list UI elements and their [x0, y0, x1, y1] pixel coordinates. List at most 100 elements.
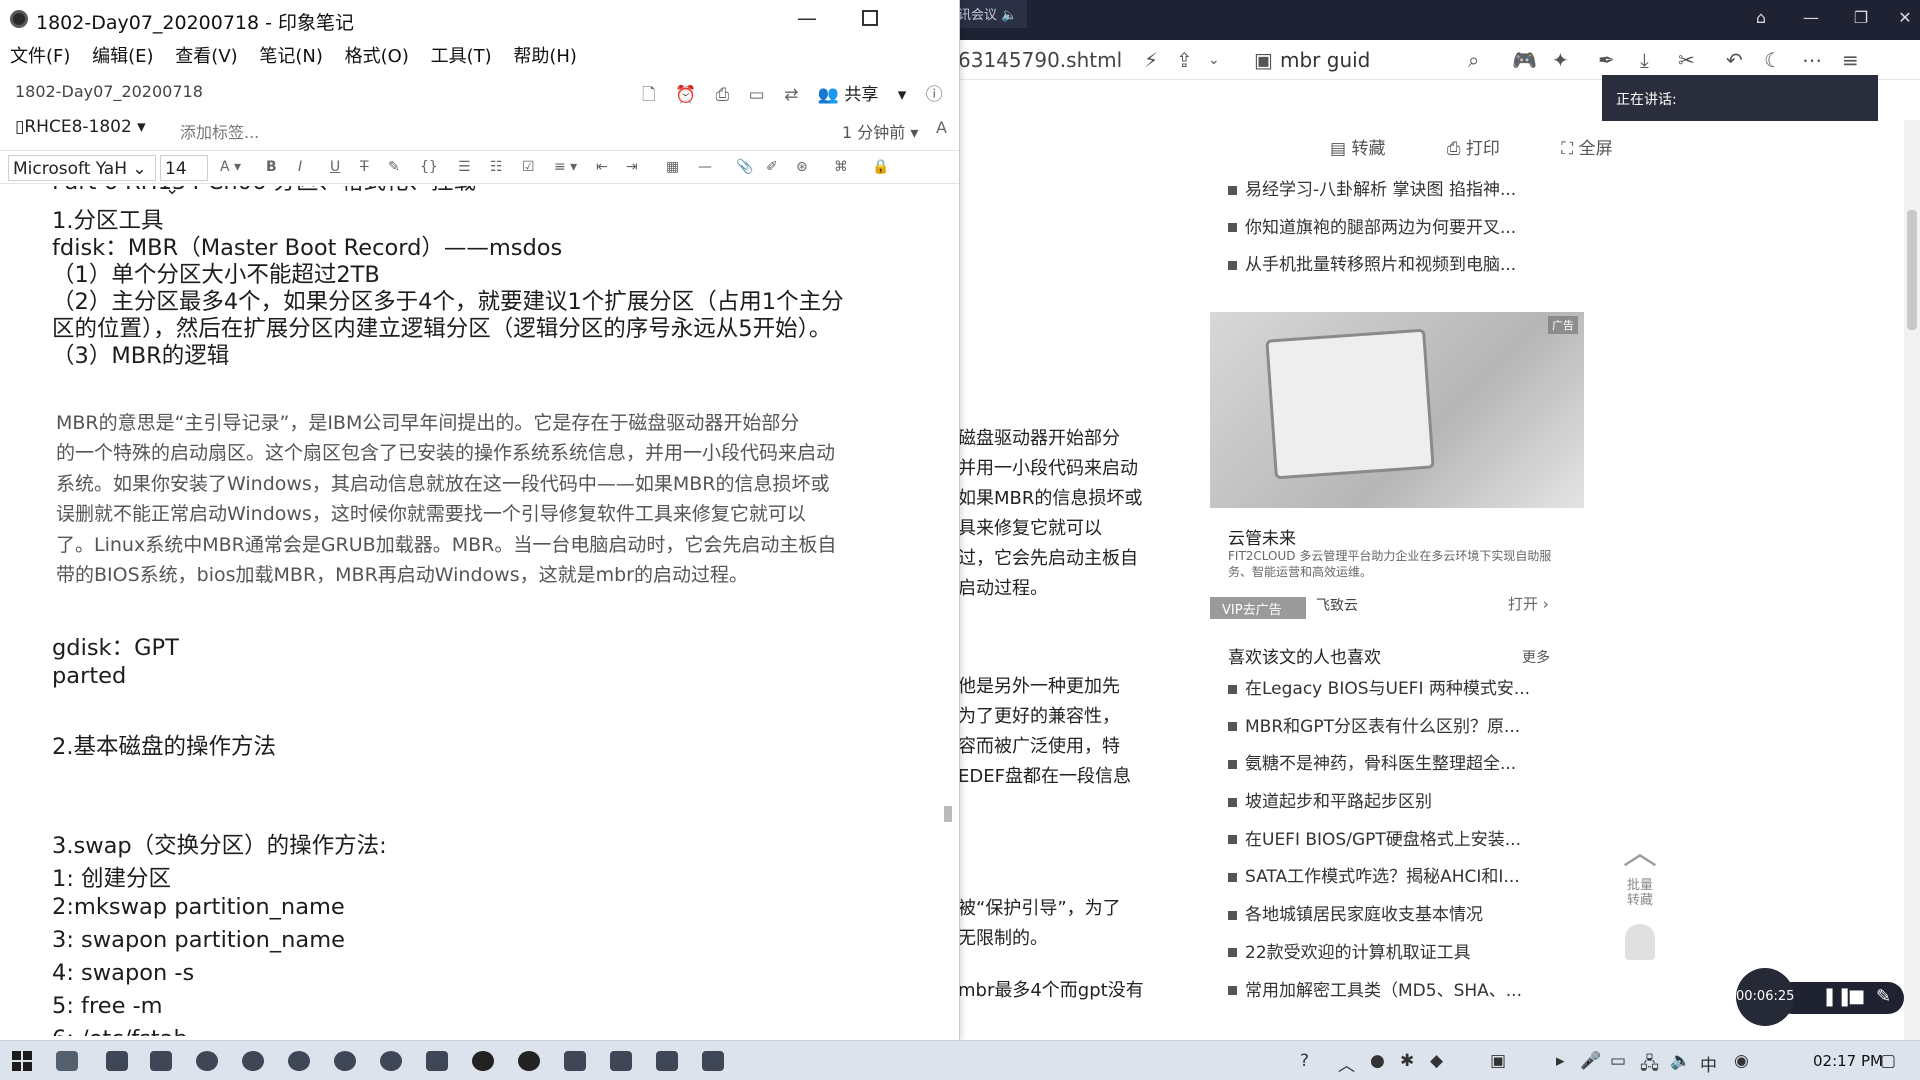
- updated-time[interactable]: 1 分钟前 ▾: [842, 119, 918, 143]
- menu-edit[interactable]: 编辑(E): [92, 46, 153, 67]
- outdent-icon[interactable]: ⇤: [596, 159, 608, 175]
- chevron-up-icon[interactable]: ︿: [1616, 836, 1664, 870]
- text-color-icon[interactable]: A ▾: [220, 159, 241, 175]
- file-explorer-icon[interactable]: [106, 1051, 128, 1071]
- list-item[interactable]: 你知道旗袍的腿部两边为何要开叉...: [1228, 210, 1516, 248]
- share-icon[interactable]: ⇄: [784, 85, 798, 105]
- search-icon[interactable]: ⌕: [1468, 48, 1479, 72]
- menu-format[interactable]: 格式(O): [345, 46, 409, 67]
- indent-icon[interactable]: ⇥: [626, 159, 638, 175]
- terminal-icon[interactable]: [426, 1051, 448, 1071]
- help-icon[interactable]: ?: [1300, 1051, 1309, 1071]
- more-link[interactable]: 更多: [1522, 647, 1550, 667]
- list-item[interactable]: 易经学习-八卦解析 掌诀图 掐指神...: [1228, 172, 1516, 210]
- bag-icon[interactable]: ⌂: [1746, 8, 1776, 27]
- app-icon[interactable]: [610, 1051, 632, 1071]
- collect-button[interactable]: ▤ 转藏: [1330, 139, 1413, 159]
- table-icon[interactable]: ▦: [666, 159, 679, 175]
- share-button[interactable]: 👥 共享 ▾: [818, 85, 907, 105]
- notification-icon[interactable]: ▢: [1880, 1051, 1896, 1071]
- app-icon[interactable]: [656, 1051, 678, 1071]
- screen-icon[interactable]: ▣: [1490, 1051, 1506, 1071]
- windows-start-icon[interactable]: [12, 1051, 32, 1071]
- menu-note[interactable]: 笔记(N): [259, 46, 323, 67]
- lightning-icon[interactable]: ⚡: [1144, 48, 1158, 72]
- attach-icon[interactable]: 📎: [736, 159, 753, 175]
- list-item[interactable]: 常用加解密工具类（MD5、SHA、...: [1228, 973, 1530, 1011]
- restore-icon[interactable]: ❐: [1846, 8, 1876, 27]
- share-out-icon[interactable]: ⇪: [1176, 48, 1193, 72]
- minimize-icon[interactable]: —: [797, 6, 817, 30]
- battery-icon[interactable]: ▭: [1610, 1051, 1626, 1071]
- task-view-icon[interactable]: [56, 1051, 78, 1071]
- browser-scrollbar[interactable]: [1904, 120, 1920, 1040]
- chevron-down-icon[interactable]: ⌄: [1208, 52, 1220, 68]
- maximize-icon[interactable]: [862, 10, 878, 26]
- tag-input[interactable]: 添加标签...: [180, 119, 259, 143]
- batch-collect-button[interactable]: 批量转藏: [1625, 878, 1655, 908]
- numbered-list-icon[interactable]: ☷: [490, 159, 503, 175]
- menu-tools[interactable]: 工具(T): [431, 46, 492, 67]
- ime-icon[interactable]: 中: [1700, 1051, 1717, 1076]
- app-icon[interactable]: [380, 1051, 402, 1071]
- code-icon[interactable]: {}: [420, 159, 438, 175]
- arrow-icon[interactable]: ▸: [1556, 1051, 1565, 1071]
- network-icon[interactable]: 🖧: [1640, 1051, 1659, 1080]
- more-icon[interactable]: ⋯: [1802, 48, 1822, 72]
- font-size-selector[interactable]: 14 ⌄: [160, 155, 208, 199]
- edge-icon[interactable]: [242, 1051, 264, 1071]
- chart-app-icon[interactable]: [702, 1051, 724, 1071]
- menu-file[interactable]: 文件(F): [10, 46, 70, 67]
- undo-icon[interactable]: ↶: [1726, 48, 1743, 72]
- tray-app-icon[interactable]: ◆: [1430, 1051, 1443, 1071]
- link-icon[interactable]: ⌘: [834, 159, 848, 175]
- tray-app-icon[interactable]: ✱: [1400, 1051, 1414, 1071]
- info-icon[interactable]: ⓘ: [926, 85, 943, 105]
- text-size-icon[interactable]: A: [936, 118, 947, 137]
- remove-ads-button[interactable]: VIP去广告: [1210, 597, 1306, 619]
- close-icon[interactable]: ✕: [1890, 8, 1920, 27]
- reminder-icon[interactable]: 🗋: [642, 85, 656, 105]
- bird-icon[interactable]: ✦: [1552, 48, 1569, 72]
- browser-scroll-thumb[interactable]: [1907, 210, 1917, 330]
- note-title[interactable]: 1802-Day07_20200718: [15, 82, 203, 101]
- strikethrough-icon[interactable]: T: [360, 159, 369, 175]
- notebook-selector[interactable]: ▯RHCE8-1802 ▾: [15, 117, 146, 137]
- store-icon[interactable]: [150, 1051, 172, 1071]
- highlight-icon[interactable]: ✎: [388, 159, 400, 175]
- gamepad-icon[interactable]: 🎮: [1512, 48, 1537, 72]
- chrome-icon[interactable]: [288, 1051, 310, 1071]
- underline-icon[interactable]: U: [330, 159, 340, 175]
- list-item[interactable]: 在UEFI BIOS/GPT硬盘格式上安装...: [1228, 822, 1530, 860]
- list-item[interactable]: 在Legacy BIOS与UEFI 两种模式安...: [1228, 671, 1530, 709]
- print-button[interactable]: ⎙ 打印: [1447, 139, 1528, 159]
- editor-scroll-grip[interactable]: [944, 806, 952, 822]
- list-item[interactable]: 各地城镇居民家庭收支基本情况: [1228, 897, 1530, 935]
- bold-icon[interactable]: B: [266, 159, 277, 175]
- list-item[interactable]: SATA工作模式咋选？揭秘AHCI和I...: [1228, 859, 1530, 897]
- tray-app-icon[interactable]: ◉: [1734, 1051, 1749, 1071]
- list-item[interactable]: MBR和GPT分区表有什么区别？原...: [1228, 709, 1530, 747]
- pen-icon[interactable]: ✎: [1876, 986, 1891, 1007]
- app-icon[interactable]: [334, 1051, 356, 1071]
- font-selector[interactable]: Microsoft YaH ⌄: [8, 155, 156, 181]
- list-item[interactable]: 氨糖不是神药，骨科医生整理超全...: [1228, 746, 1530, 784]
- list-item[interactable]: 从手机批量转移照片和视频到电脑...: [1228, 247, 1516, 285]
- divider-icon[interactable]: —: [698, 159, 712, 175]
- print-icon[interactable]: ⎙: [716, 85, 730, 105]
- evernote-taskbar-icon[interactable]: [472, 1051, 494, 1071]
- fullscreen-button[interactable]: ⛶ 全屏: [1561, 139, 1640, 159]
- volume-icon[interactable]: 🔈: [1670, 1051, 1691, 1071]
- tray-app-icon[interactable]: ●: [1370, 1051, 1385, 1071]
- pen-icon[interactable]: ✐: [766, 159, 778, 175]
- app-icon[interactable]: [196, 1051, 218, 1071]
- search-query[interactable]: mbr guid: [1280, 48, 1370, 72]
- scissors-icon[interactable]: ✂: [1678, 48, 1695, 72]
- image-search-icon[interactable]: ▣: [1254, 48, 1273, 72]
- microphone-icon[interactable]: 🎤: [1580, 1051, 1601, 1071]
- list-item[interactable]: 坡道起步和平路起步区别: [1228, 784, 1530, 822]
- night-mode-icon[interactable]: ☾: [1764, 48, 1782, 72]
- menu-icon[interactable]: ≡: [1842, 48, 1859, 72]
- bullet-list-icon[interactable]: ☰: [458, 159, 471, 175]
- chevron-up-icon[interactable]: ︿: [1338, 1051, 1355, 1076]
